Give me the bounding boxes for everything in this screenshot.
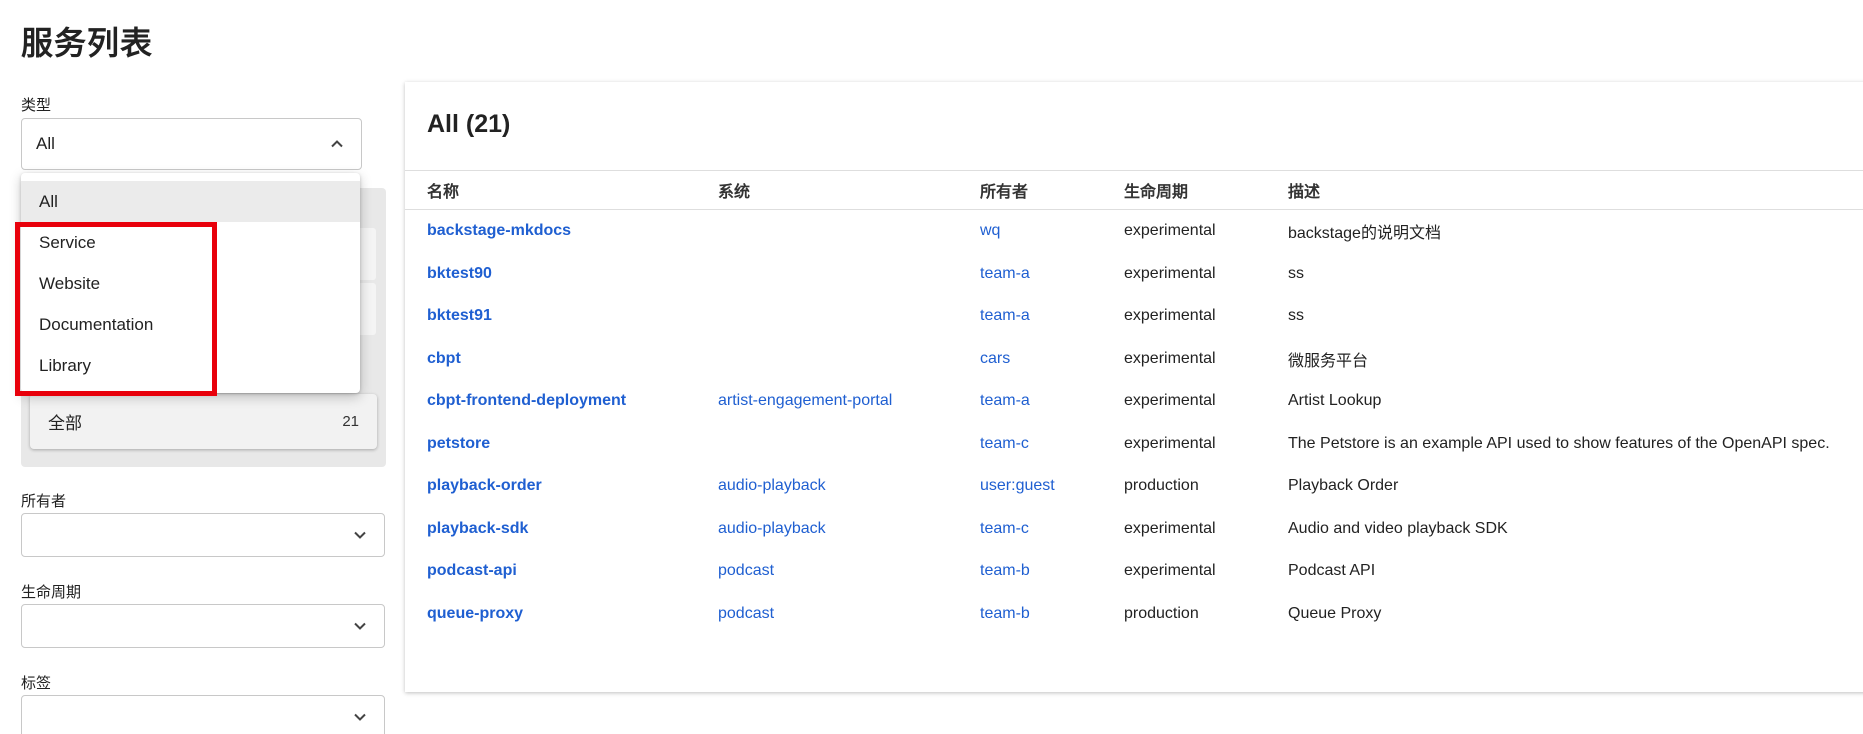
row-name-link[interactable]: cbpt <box>427 338 697 381</box>
row-system-link[interactable] <box>718 253 968 296</box>
row-description: The Petstore is an example API used to s… <box>1288 434 1830 452</box>
row-owner-link[interactable]: user:guest <box>980 465 1120 508</box>
row-description: ss <box>1288 264 1304 282</box>
row-system-link[interactable] <box>718 338 968 381</box>
table-row: cbpt cars experimental 微服务平台 <box>405 338 1863 381</box>
chevron-down-icon <box>350 707 370 727</box>
row-description: 微服务平台 <box>1288 352 1369 370</box>
row-lifecycle: experimental <box>1124 222 1216 240</box>
row-description: backstage的说明文档 <box>1288 225 1441 243</box>
row-name-link[interactable]: queue-proxy <box>427 593 697 636</box>
row-name-link[interactable]: cbpt-frontend-deployment <box>427 380 697 423</box>
row-owner-link[interactable]: team-a <box>980 380 1120 423</box>
row-owner-link[interactable]: team-a <box>980 253 1120 296</box>
row-owner-link[interactable]: team-c <box>980 508 1120 551</box>
row-system-link[interactable]: podcast <box>718 593 968 636</box>
row-description: Queue Proxy <box>1288 604 1382 622</box>
row-description: Podcast API <box>1288 562 1376 580</box>
table-row: bktest90 team-a experimental ss <box>405 253 1863 296</box>
owner-select[interactable] <box>21 513 385 557</box>
tags-filter-label: 标签 <box>21 675 52 692</box>
row-owner-link[interactable]: team-b <box>980 550 1120 593</box>
lifecycle-filter-label: 生命周期 <box>21 584 82 601</box>
page-title: 服务列表 <box>21 25 154 61</box>
table-row: petstore team-c experimental The Petstor… <box>405 423 1863 466</box>
chevron-down-icon <box>350 525 370 545</box>
table-row: podcast-api podcast team-b experimental … <box>405 550 1863 593</box>
table-title: All (21) <box>427 110 511 138</box>
user-filter-all[interactable]: 全部 21 <box>30 394 377 449</box>
row-description: Audio and video playback SDK <box>1288 519 1508 537</box>
row-lifecycle: experimental <box>1124 392 1216 410</box>
type-option-service[interactable]: Service <box>21 222 360 263</box>
row-lifecycle: experimental <box>1124 349 1216 367</box>
row-description: Playback Order <box>1288 477 1399 495</box>
owner-filter-label: 所有者 <box>21 493 67 510</box>
row-name-link[interactable]: playback-order <box>427 465 697 508</box>
row-lifecycle: experimental <box>1124 307 1216 325</box>
table-row: backstage-mkdocs wq experimental backsta… <box>405 210 1863 253</box>
tags-select[interactable] <box>21 695 385 734</box>
type-option-website[interactable]: Website <box>21 263 360 304</box>
row-description: ss <box>1288 307 1304 325</box>
chevron-up-icon <box>327 134 347 154</box>
user-filter-all-label: 全部 <box>48 414 82 433</box>
type-filter-label: 类型 <box>21 97 52 114</box>
table-header: 名称 系统 所有者 生命周期 描述 <box>405 170 1863 210</box>
table-row: cbpt-frontend-deployment artist-engageme… <box>405 380 1863 423</box>
chevron-down-icon <box>350 616 370 636</box>
row-owner-link[interactable]: team-b <box>980 593 1120 636</box>
row-name-link[interactable]: podcast-api <box>427 550 697 593</box>
service-list-page: 服务列表 类型 All 全部 21 所有者 生命周期 标签 All Servic… <box>0 0 1863 734</box>
row-system-link[interactable] <box>718 423 968 466</box>
type-select[interactable]: All <box>21 118 362 170</box>
row-name-link[interactable]: bktest90 <box>427 253 697 296</box>
type-select-value: All <box>36 134 55 153</box>
row-owner-link[interactable]: team-c <box>980 423 1120 466</box>
row-system-link[interactable] <box>718 210 968 253</box>
row-lifecycle: experimental <box>1124 519 1216 537</box>
lifecycle-select[interactable] <box>21 604 385 648</box>
row-system-link[interactable]: artist-engagement-portal <box>718 380 968 423</box>
row-system-link[interactable]: audio-playback <box>718 508 968 551</box>
column-header-system[interactable]: 系统 <box>718 171 968 209</box>
column-header-name[interactable]: 名称 <box>427 171 697 209</box>
table-row: bktest91 team-a experimental ss <box>405 295 1863 338</box>
row-owner-link[interactable]: wq <box>980 210 1120 253</box>
column-header-description[interactable]: 描述 <box>1288 171 1863 209</box>
row-name-link[interactable]: playback-sdk <box>427 508 697 551</box>
table-row: playback-sdk audio-playback team-c exper… <box>405 508 1863 551</box>
table-row: queue-proxy podcast team-b production Qu… <box>405 593 1863 636</box>
row-name-link[interactable]: bktest91 <box>427 295 697 338</box>
row-system-link[interactable]: podcast <box>718 550 968 593</box>
table-row: playback-order audio-playback user:guest… <box>405 465 1863 508</box>
row-owner-link[interactable]: cars <box>980 338 1120 381</box>
row-lifecycle: experimental <box>1124 264 1216 282</box>
row-description: Artist Lookup <box>1288 392 1382 410</box>
type-option-library[interactable]: Library <box>21 345 360 386</box>
row-lifecycle: production <box>1124 604 1199 622</box>
service-table-card: All (21) 名称 系统 所有者 生命周期 描述 backstage-mkd… <box>405 82 1863 692</box>
type-option-documentation[interactable]: Documentation <box>21 304 360 345</box>
row-lifecycle: experimental <box>1124 434 1216 452</box>
table-body: backstage-mkdocs wq experimental backsta… <box>405 210 1863 635</box>
row-lifecycle: experimental <box>1124 562 1216 580</box>
row-system-link[interactable] <box>718 295 968 338</box>
column-header-lifecycle[interactable]: 生命周期 <box>1124 171 1284 209</box>
row-lifecycle: production <box>1124 477 1199 495</box>
column-header-owner[interactable]: 所有者 <box>980 171 1120 209</box>
row-owner-link[interactable]: team-a <box>980 295 1120 338</box>
row-name-link[interactable]: backstage-mkdocs <box>427 210 697 253</box>
type-option-all[interactable]: All <box>21 181 360 222</box>
type-dropdown-menu: All Service Website Documentation Librar… <box>21 173 360 393</box>
row-system-link[interactable]: audio-playback <box>718 465 968 508</box>
row-name-link[interactable]: petstore <box>427 423 697 466</box>
user-filter-all-count: 21 <box>342 413 359 430</box>
